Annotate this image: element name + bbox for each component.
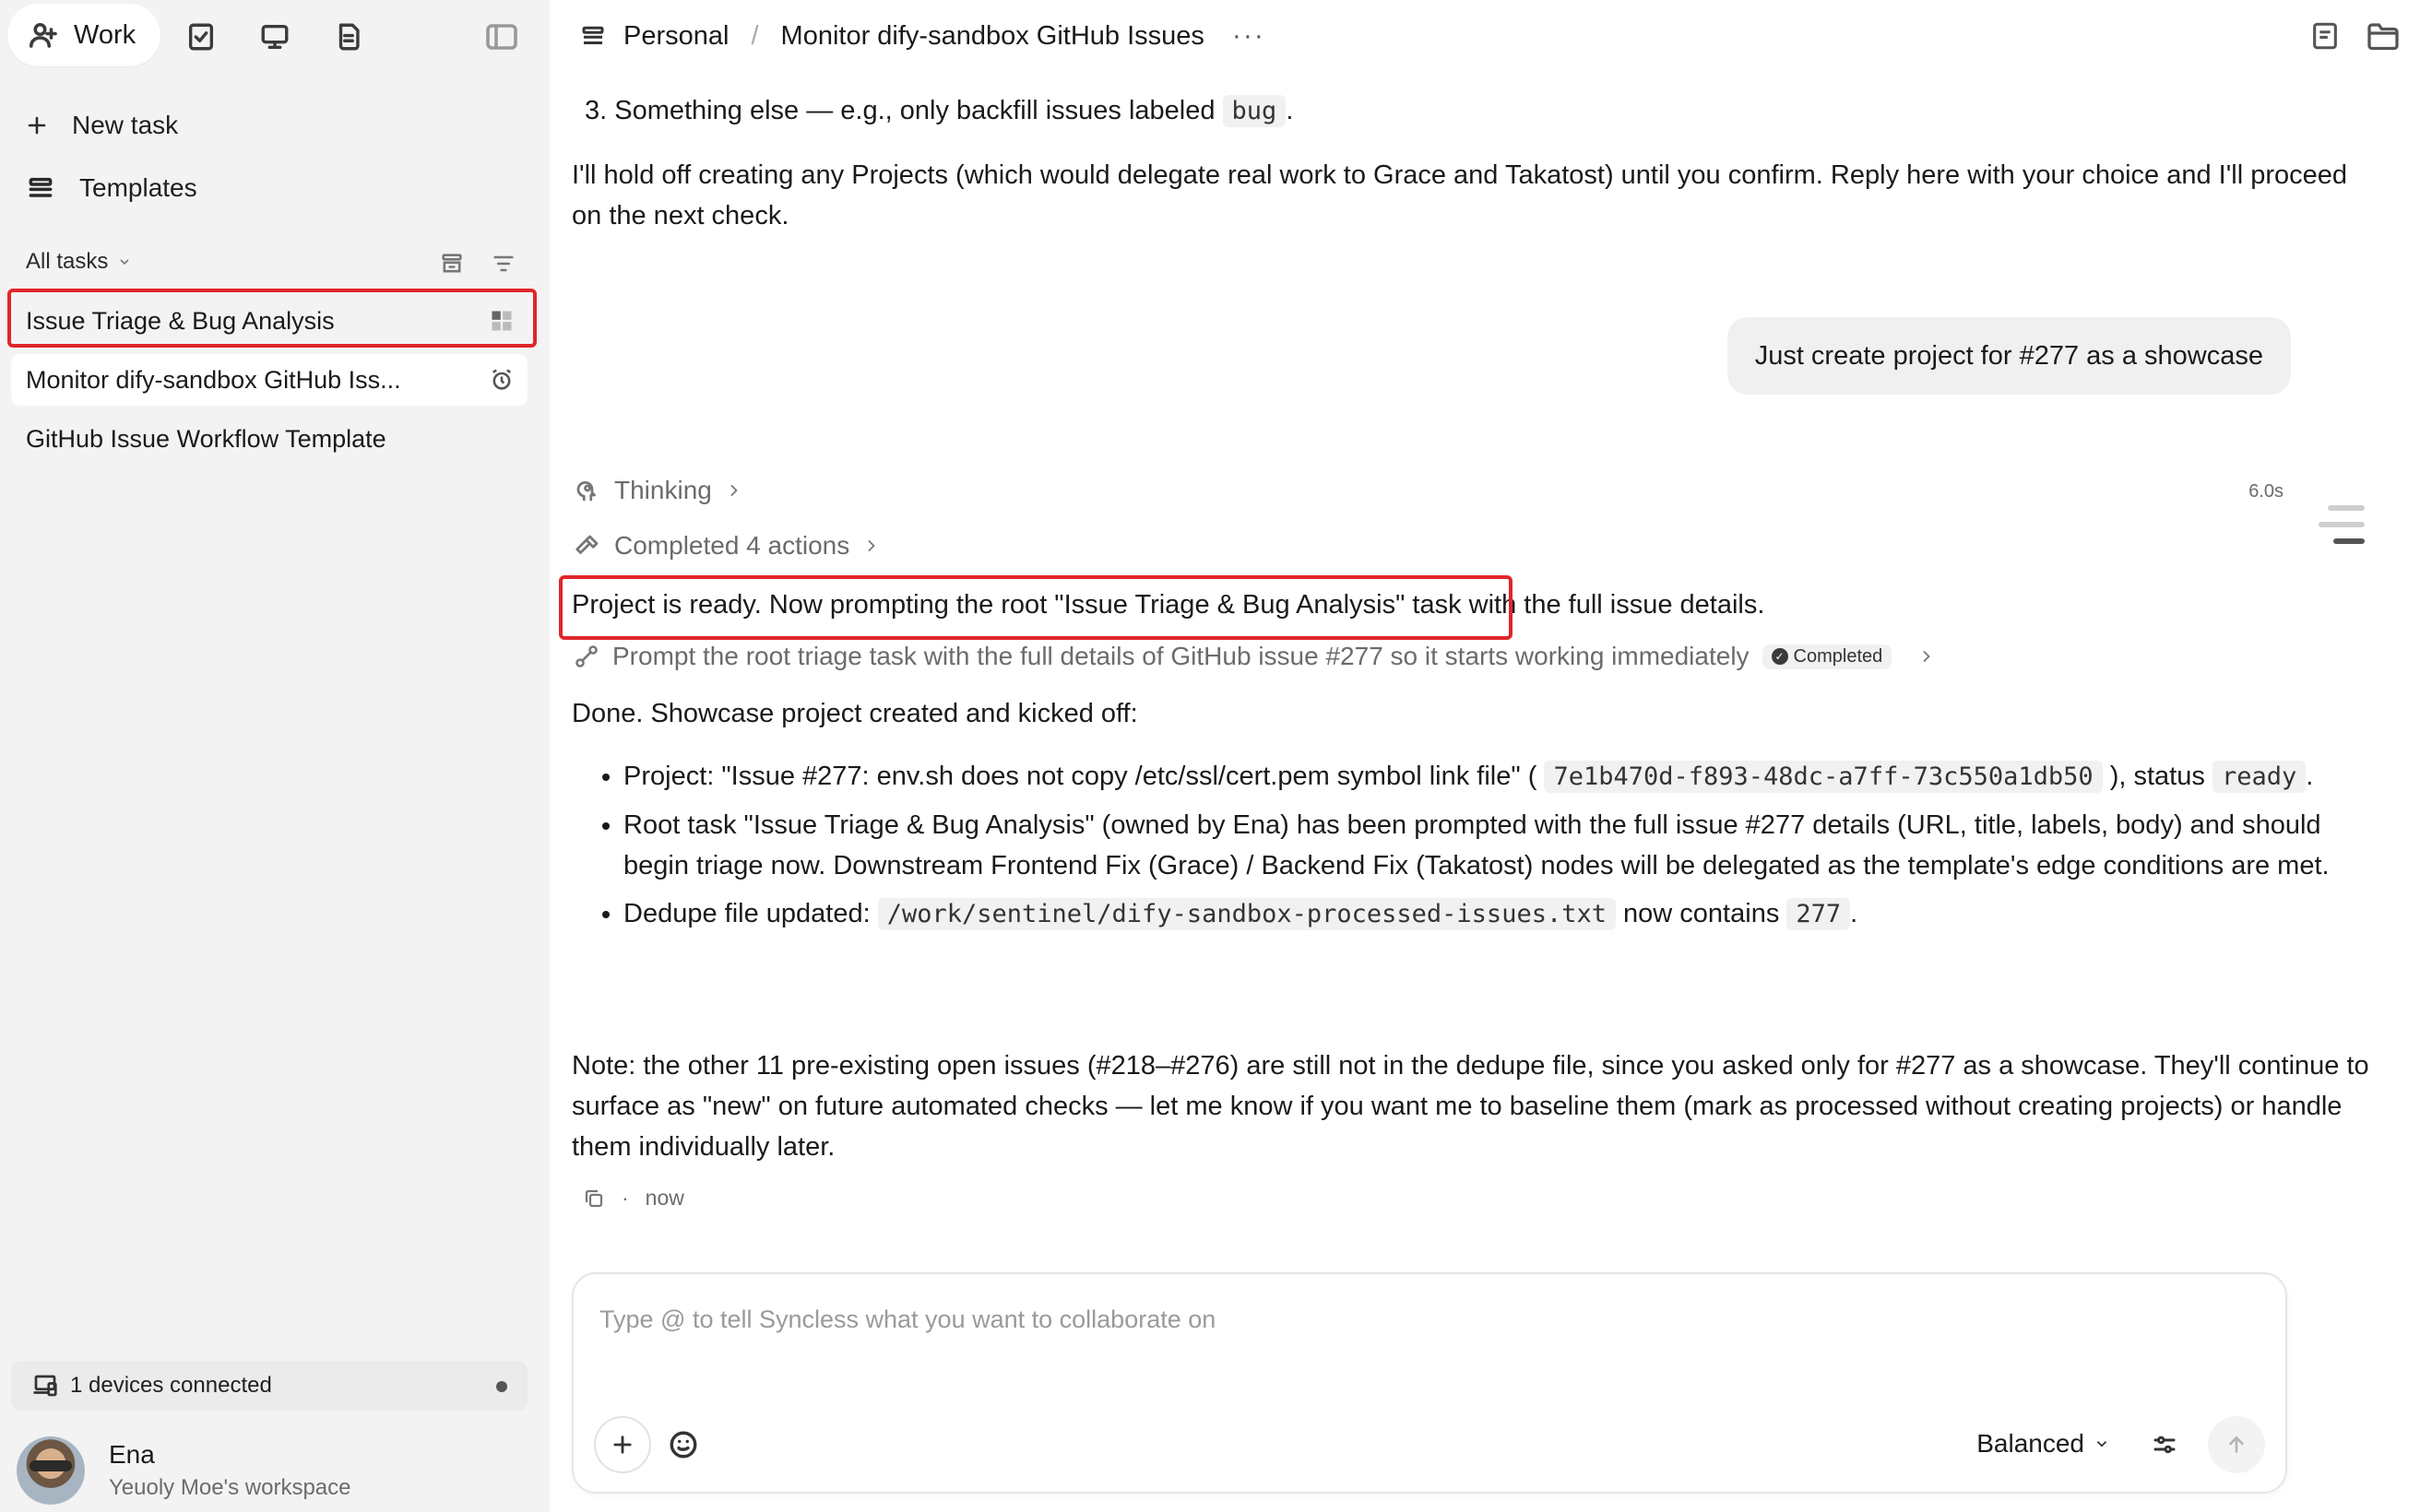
monitor-icon[interactable] — [256, 18, 293, 55]
completed-badge: ✓ Completed — [1762, 644, 1892, 669]
breadcrumb-root[interactable]: Personal — [623, 21, 729, 52]
sidebar: Work New task Templates All tasks Issue … — [0, 0, 550, 1512]
user-message: Just create project for #277 as a showca… — [1754, 340, 2263, 371]
task-item-monitor[interactable]: Monitor dify-sandbox GitHub Iss... — [11, 354, 528, 406]
new-task-button[interactable]: New task — [26, 111, 178, 140]
avatar — [17, 1436, 85, 1505]
list-item: Root task "Issue Triage & Bug Analysis" … — [623, 805, 2370, 886]
project-id-code: 7e1b470d-f893-48dc-a7ff-73c550a1db50 — [1544, 761, 2103, 793]
message-footer: · now — [583, 1186, 684, 1211]
inline-code: bug — [1222, 95, 1287, 127]
chevron-right-icon — [1923, 651, 1930, 662]
new-task-label: New task — [72, 111, 179, 139]
mode-label: Balanced — [1976, 1429, 2084, 1458]
chevron-down-icon — [120, 259, 129, 266]
devices-label: 1 devices connected — [70, 1373, 272, 1398]
check-icon: ✓ — [1771, 648, 1788, 665]
emoji-button[interactable] — [655, 1416, 712, 1473]
thinking-label: Thinking — [614, 476, 712, 504]
task-label: Monitor dify-sandbox GitHub Iss... — [26, 365, 401, 394]
prompt-action-text: Prompt the root triage task with the ful… — [612, 642, 1750, 670]
notes-icon[interactable] — [2309, 20, 2344, 55]
grid-icon — [492, 311, 512, 331]
user-workspace: Yeuoly Moe's workspace — [109, 1475, 351, 1500]
top-nav: Work — [7, 2, 160, 68]
assistant-hold-message: I'll hold off creating any Projects (whi… — [572, 160, 2347, 230]
settings-sliders-button[interactable] — [2136, 1416, 2193, 1473]
status-dot — [496, 1381, 507, 1392]
smiley-icon — [670, 1431, 697, 1459]
link-icon — [575, 645, 598, 667]
work-tab[interactable]: Work — [7, 4, 160, 66]
list-item: Dedupe file updated: /work/sentinel/dify… — [623, 893, 2370, 935]
task-item-workflow-template[interactable]: GitHub Issue Workflow Template — [11, 413, 528, 465]
chevron-right-icon — [730, 485, 738, 496]
task-label: GitHub Issue Workflow Template — [26, 424, 386, 453]
main-panel: Personal / Monitor dify-sandbox GitHub I… — [550, 0, 2420, 1512]
work-label: Work — [74, 19, 136, 50]
breadcrumb-separator: / — [751, 20, 759, 51]
actions-label: Completed 4 actions — [614, 531, 850, 560]
user-name: Ena — [109, 1440, 155, 1469]
arrow-up-icon — [2229, 1435, 2244, 1453]
actions-toggle[interactable]: Completed 4 actions — [574, 531, 881, 561]
done-message: Done. Showcase project created and kicke… — [572, 699, 1138, 728]
thinking-time: 6.0s — [2248, 481, 2284, 502]
status-code: ready — [2212, 761, 2307, 793]
plus-icon — [613, 1435, 632, 1454]
chevron-right-icon — [868, 540, 875, 551]
devices-status[interactable]: 1 devices connected — [11, 1361, 528, 1411]
task-item-issue-triage[interactable]: Issue Triage & Bug Analysis — [11, 295, 528, 347]
result-list: Project: "Issue #277: env.sh does not co… — [572, 756, 2370, 942]
more-options-button[interactable]: ··· — [1232, 20, 1265, 52]
option-three-text: 3. Something else — e.g., only backfill … — [585, 96, 1216, 125]
stack-icon — [582, 26, 604, 44]
checklist-icon[interactable] — [183, 18, 219, 55]
task-label: Issue Triage & Bug Analysis — [26, 306, 335, 335]
composer-placeholder[interactable]: Type @ to tell Syncless what you want to… — [599, 1305, 1216, 1334]
user-profile[interactable]: Ena Yeuoly Moe's workspace — [17, 1436, 351, 1505]
file-path-code: /work/sentinel/dify-sandbox-processed-is… — [877, 898, 1616, 930]
brain-icon — [576, 480, 596, 502]
templates-label: Templates — [79, 173, 197, 202]
user-message-bubble: Just create project for #277 as a showca… — [1726, 317, 2291, 395]
plus-icon — [28, 116, 46, 135]
alarm-icon — [492, 369, 512, 390]
users-icon — [29, 22, 57, 48]
sliders-icon — [2153, 1435, 2176, 1454]
issue-number-code: 277 — [1786, 898, 1851, 930]
thinking-toggle[interactable]: Thinking — [574, 476, 743, 505]
all-tasks-dropdown[interactable]: All tasks — [26, 249, 132, 275]
templates-button[interactable]: Templates — [26, 173, 197, 203]
prompt-action-row[interactable]: Prompt the root triage task with the ful… — [574, 642, 1936, 671]
scroll-minimap[interactable] — [2319, 505, 2365, 555]
all-tasks-label: All tasks — [26, 249, 109, 274]
document-icon[interactable] — [330, 18, 367, 55]
note-message: Note: the other 11 pre-existing open iss… — [572, 1051, 2369, 1162]
breadcrumb: Personal / Monitor dify-sandbox GitHub I… — [579, 20, 1265, 52]
message-time: now — [645, 1186, 684, 1210]
send-button[interactable] — [2208, 1416, 2265, 1473]
mode-select[interactable]: Balanced — [1976, 1429, 2110, 1459]
chevron-down-icon — [2096, 1441, 2107, 1447]
option-three: 3. Something else — e.g., only backfill … — [585, 95, 1294, 127]
highlighted-status-message: Project is ready. Now prompting the root… — [572, 590, 1765, 620]
hammer-icon — [575, 535, 599, 554]
message-composer[interactable]: Type @ to tell Syncless what you want to… — [572, 1272, 2287, 1494]
copy-icon[interactable] — [583, 1187, 605, 1210]
list-item: Project: "Issue #277: env.sh does not co… — [623, 756, 2370, 797]
breadcrumb-current: Monitor dify-sandbox GitHub Issues — [780, 20, 1204, 51]
stack-icon — [29, 177, 53, 197]
filter-icon[interactable] — [491, 251, 522, 282]
devices-icon — [33, 1375, 57, 1397]
add-attachment-button[interactable] — [594, 1416, 651, 1473]
archive-icon[interactable] — [439, 251, 470, 282]
folder-icon[interactable] — [2367, 20, 2402, 55]
sidebar-toggle-icon[interactable] — [483, 18, 520, 55]
